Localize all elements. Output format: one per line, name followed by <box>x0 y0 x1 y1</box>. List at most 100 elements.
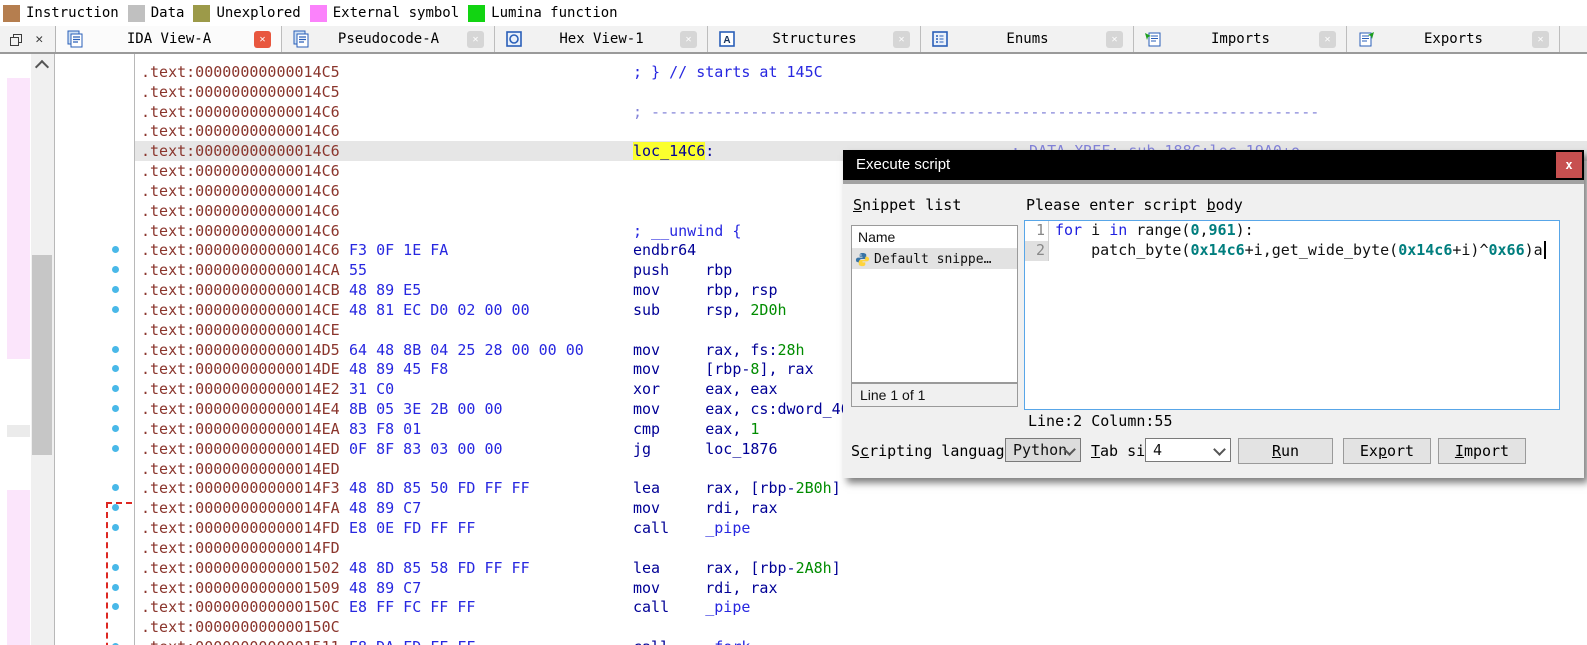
listing-row[interactable]: .text:000000000000150C E8 FF FC FF FF call… <box>135 597 1587 617</box>
instruction: mov [rbp-8], rax <box>633 360 814 379</box>
tab-close-icon[interactable]: ✕ <box>680 30 697 48</box>
tabs-container: IDA View-A ✕ Pseudocode-A ✕ Hex View-1 ✕ A Stru… <box>56 26 1587 52</box>
opcode-bytes: 48 89 45 F8 <box>349 360 449 379</box>
tab-label: Imports <box>1210 31 1270 47</box>
instruction: xor eax, eax <box>633 380 778 399</box>
listing-row[interactable]: .text:00000000000014FD E8 0E FD FF FF call… <box>135 518 1587 538</box>
opcode-bytes: 48 81 EC D0 02 00 00 <box>349 300 530 319</box>
instruction: sub rsp, 2D0h <box>633 300 787 319</box>
legend-swatch <box>309 4 327 22</box>
address: .text:00000000000014CB <box>141 281 340 300</box>
color-legend-bar: Instruction Data Unexplored External symbol… <box>0 0 1587 26</box>
listing-row[interactable]: .text:00000000000014C6 ; ----------------… <box>135 102 1587 122</box>
code-line[interactable]: 1 for i in range(0,961): <box>1025 221 1559 241</box>
tab-size-select[interactable]: 4 <box>1145 438 1231 462</box>
listing-row[interactable]: .text:0000000000001509 48 89 C7 mov rdi, r… <box>135 578 1587 598</box>
instruction: call _pipe <box>633 519 751 538</box>
address: .text:0000000000001511 <box>141 638 340 645</box>
snippet-list-item[interactable]: Default snippe… <box>852 249 1017 269</box>
address: .text:0000000000001509 <box>141 578 340 597</box>
instruction-dot <box>112 524 119 532</box>
line-number: 2 <box>1025 241 1049 261</box>
listing-row[interactable]: .text:000000000000150C <box>135 617 1587 637</box>
instruction: cmp eax, 1 <box>633 419 760 438</box>
opcode-bytes: E8 FF FC FF FF <box>349 598 476 617</box>
close-window-icon[interactable]: ✕ <box>31 31 47 47</box>
snippet-item-label: Default snippe… <box>874 251 992 267</box>
opcode-bytes: 55 <box>349 261 368 280</box>
instruction-dot <box>112 424 119 432</box>
dialog-close-button[interactable]: x <box>1556 152 1582 178</box>
tab-label: Pseudocode-A <box>337 31 440 47</box>
address: .text:00000000000014C6 <box>141 181 340 200</box>
run-button[interactable]: Run <box>1238 438 1333 464</box>
tab-label: Exports <box>1423 31 1483 47</box>
instruction-dot <box>112 385 119 393</box>
legend-item: Unexplored <box>193 4 301 22</box>
address: .text:00000000000014ED <box>141 459 340 478</box>
dialog-title-bar[interactable]: Execute script x <box>843 150 1584 180</box>
export-button[interactable]: Export <box>1343 438 1431 464</box>
tab-hex-view-1[interactable]: Hex View-1 ✕ <box>495 26 708 52</box>
address: .text:0000000000001502 <box>141 558 340 577</box>
tab-exports[interactable]: Exports ✕ <box>1347 26 1560 52</box>
scripting-language-label: Scripting language <box>851 442 1014 460</box>
instruction: jg loc_1876 <box>633 439 778 458</box>
tab-ida-view-a[interactable]: IDA View-A ✕ <box>56 26 282 52</box>
tab-close-icon[interactable]: ✕ <box>1532 30 1549 48</box>
opcode-bytes: E8 DA FD FF FF <box>349 638 475 645</box>
listing-row[interactable]: .text:00000000000014C6 <box>135 121 1587 141</box>
listing-row[interactable]: .text:00000000000014FA 48 89 C7 mov rdi, r… <box>135 498 1587 518</box>
address: .text:00000000000014C6 <box>141 201 340 220</box>
instruction: call _fork <box>633 638 750 645</box>
address: .text:00000000000014C6 <box>141 122 340 141</box>
address: .text:00000000000014E2 <box>141 380 340 399</box>
opcode-bytes: E8 0E FD FF FF <box>349 519 476 538</box>
tab-close-icon[interactable]: ✕ <box>893 30 910 48</box>
address: .text:00000000000014FA <box>141 499 340 518</box>
address: .text:00000000000014C6 <box>141 162 340 181</box>
import-button[interactable]: Import <box>1438 438 1526 464</box>
listing-row[interactable]: .text:00000000000014FD <box>135 538 1587 558</box>
tab-imports[interactable]: Imports ✕ <box>1134 26 1347 52</box>
listing-row[interactable]: .text:0000000000001502 48 8D 85 58 FD FF … <box>135 558 1587 578</box>
listing-row[interactable]: .text:0000000000001511 E8 DA FD FF FF call… <box>135 637 1587 645</box>
jump-arrow-horizontal <box>106 502 132 504</box>
legend-label: Data <box>150 5 185 21</box>
tab-pseudocode-a[interactable]: Pseudocode-A ✕ <box>282 26 495 52</box>
tab-structures[interactable]: A Structures ✕ <box>708 26 921 52</box>
legend-item: Lumina function <box>468 4 618 22</box>
snippet-list-label: Snippet list <box>853 196 962 214</box>
legend-swatch <box>127 4 145 22</box>
dialog-title: Execute script <box>856 156 951 173</box>
tab-close-icon[interactable]: ✕ <box>254 30 271 48</box>
tab-enums[interactable]: Enums ✕ <box>921 26 1134 52</box>
instruction: mov eax, cs:dword_40 <box>633 400 850 419</box>
scripting-language-select[interactable]: Python <box>1005 438 1081 462</box>
legend-label: Unexplored <box>216 5 301 21</box>
instruction: mov rbp, rsp <box>633 281 778 300</box>
scripting-language-value: Python <box>1013 441 1068 459</box>
instruction-dot <box>112 365 119 373</box>
tab-bar: ✕ IDA View-A ✕ Pseudocode-A ✕ Hex View-1 ✕ A St… <box>0 26 1587 54</box>
tab-label: Enums <box>1006 31 1049 47</box>
tab-close-icon[interactable]: ✕ <box>467 30 484 48</box>
script-body-editor[interactable]: 1 for i in range(0,961): 2 patch_byte(0x14… <box>1024 220 1560 410</box>
line-number: 1 <box>1025 221 1049 241</box>
listing-row[interactable]: .text:00000000000014C5 <box>135 82 1587 102</box>
listing-row[interactable]: .text:00000000000014F3 48 8D 85 50 FD FF … <box>135 478 1587 498</box>
address: .text:00000000000014D5 <box>141 340 340 359</box>
listing-margin <box>0 54 134 645</box>
float-window-icon[interactable] <box>8 31 24 47</box>
opcode-bytes: 64 48 8B 04 25 28 00 00 00 <box>349 340 584 359</box>
opcode-bytes: F3 0F 1E FA <box>349 241 449 260</box>
listing-row[interactable]: .text:00000000000014C5 ; } // starts at 1… <box>135 62 1587 82</box>
disassembly-icon <box>66 30 84 48</box>
address: .text:00000000000014FD <box>141 538 340 557</box>
opcode-bytes: 48 8D 85 50 FD FF FF <box>349 479 530 498</box>
address: .text:00000000000014CE <box>141 320 340 339</box>
tab-close-icon[interactable]: ✕ <box>1106 30 1123 48</box>
snippet-list[interactable]: Name Default snippe… <box>851 225 1018 383</box>
code-line[interactable]: 2 patch_byte(0x14c6+i,get_wide_byte(0x14… <box>1025 241 1559 261</box>
tab-close-icon[interactable]: ✕ <box>1319 30 1336 48</box>
